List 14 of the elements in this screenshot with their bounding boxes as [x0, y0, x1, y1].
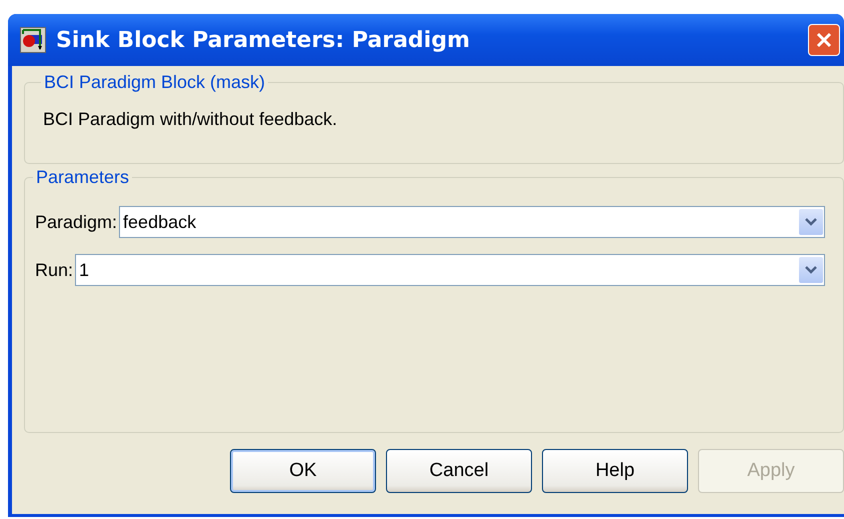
close-button[interactable]	[808, 24, 840, 56]
dropdown-field[interactable]: feedback	[119, 206, 825, 238]
field-label: Run:	[35, 260, 74, 280]
dialog-button[interactable]: OK	[230, 449, 376, 493]
block-diagram-icon	[20, 27, 46, 53]
group-legend: BCI Paradigm Block (mask)	[41, 72, 268, 93]
close-icon	[815, 31, 833, 49]
dialog-button[interactable]: Cancel	[386, 449, 532, 493]
block-description: BCI Paradigm with/without feedback.	[43, 109, 338, 130]
group-legend: Parameters	[33, 167, 132, 188]
dropdown-field[interactable]: 1	[75, 254, 825, 286]
dialog-button[interactable]: Help	[542, 449, 688, 493]
window-title: Sink Block Parameters: Paradigm	[56, 28, 471, 52]
field-label: Paradigm:	[35, 212, 118, 232]
